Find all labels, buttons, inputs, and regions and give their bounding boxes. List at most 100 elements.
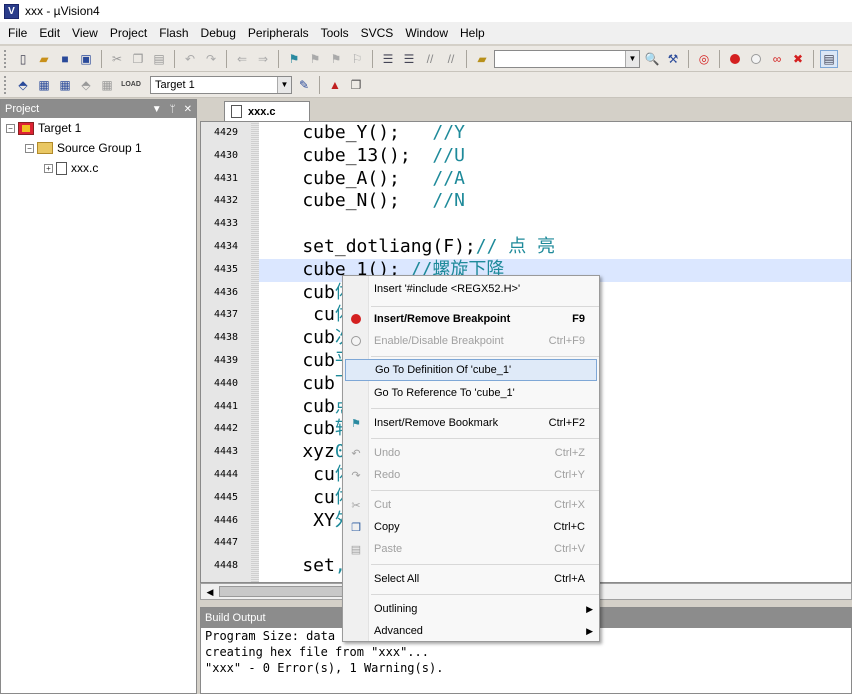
- target-label: Target 1: [38, 121, 82, 135]
- menu-copy[interactable]: ❐ Copy Ctrl+C: [345, 516, 597, 538]
- menu-peripherals[interactable]: Peripherals: [242, 22, 315, 44]
- pin-icon[interactable]: ᛘ: [170, 104, 176, 115]
- tree-item-file[interactable]: + xxx.c: [1, 158, 196, 178]
- menu-file[interactable]: File: [2, 22, 33, 44]
- redo-icon[interactable]: ↷: [202, 50, 220, 68]
- menu-insert-remove-breakpoint[interactable]: Insert/Remove Breakpoint F9: [345, 308, 597, 330]
- menu-project[interactable]: Project: [104, 22, 153, 44]
- bookmark-icon[interactable]: ⚑: [285, 50, 303, 68]
- menu-go-to-reference[interactable]: Go To Reference To 'cube_1': [345, 382, 597, 404]
- scroll-left-icon[interactable]: ◀: [203, 585, 217, 599]
- nav-back-icon[interactable]: ⇐: [233, 50, 251, 68]
- collapse-icon[interactable]: −: [6, 123, 15, 133]
- scrollbar-thumb[interactable]: [219, 586, 349, 597]
- kill-all-breakpoints-icon[interactable]: ✖: [789, 50, 807, 68]
- expand-icon[interactable]: +: [44, 163, 53, 173]
- copy-icon[interactable]: ❐: [129, 50, 147, 68]
- code-comment: //Y: [432, 122, 465, 143]
- incremental-find-icon[interactable]: ⚒: [664, 50, 682, 68]
- insert-breakpoint-icon[interactable]: [726, 50, 744, 68]
- menu-undo[interactable]: ↶ Undo Ctrl+Z: [345, 442, 597, 464]
- menu-edit[interactable]: Edit: [33, 22, 66, 44]
- menu-insert-include[interactable]: Insert '#include <REGX52.H>': [345, 278, 597, 300]
- cut-icon[interactable]: ✂: [108, 50, 126, 68]
- fold-margin: [251, 122, 259, 582]
- rebuild-icon[interactable]: ▦: [56, 76, 74, 94]
- unindent-icon[interactable]: ☰: [400, 50, 418, 68]
- select-packs-icon[interactable]: ❐: [347, 76, 365, 94]
- uncomment-icon[interactable]: //: [442, 50, 460, 68]
- menu-svcs[interactable]: SVCS: [355, 22, 400, 44]
- menu-paste[interactable]: ▤ Paste Ctrl+V: [345, 538, 597, 560]
- tab-xxx-c[interactable]: xxx.c: [224, 101, 310, 121]
- code-line[interactable]: cube_N(); //N: [259, 190, 851, 213]
- find-icon[interactable]: 🔍: [643, 50, 661, 68]
- target-select[interactable]: Target 1 ▼: [150, 75, 292, 94]
- download-icon[interactable]: LOAD: [119, 76, 143, 94]
- indent-icon[interactable]: ☰: [379, 50, 397, 68]
- tree-item-source-group[interactable]: − Source Group 1: [1, 138, 196, 158]
- new-file-icon[interactable]: ▯: [14, 50, 32, 68]
- menu-go-to-definition[interactable]: Go To Definition Of 'cube_1': [345, 359, 597, 381]
- menu-tools[interactable]: Tools: [315, 22, 355, 44]
- clear-bookmarks-icon[interactable]: ⚐: [348, 50, 366, 68]
- menu-help[interactable]: Help: [454, 22, 491, 44]
- find-combobox[interactable]: ▼: [494, 49, 640, 68]
- translate-icon[interactable]: ⬘: [14, 76, 32, 94]
- save-icon[interactable]: ■: [56, 50, 74, 68]
- stop-build-icon[interactable]: ▦: [98, 76, 116, 94]
- undo-icon[interactable]: ↶: [181, 50, 199, 68]
- prev-bookmark-icon[interactable]: ⚑: [306, 50, 324, 68]
- menu-enable-disable-breakpoint[interactable]: Enable/Disable Breakpoint Ctrl+F9: [345, 330, 597, 352]
- toolbar-grip[interactable]: [4, 49, 8, 68]
- chevron-down-icon[interactable]: ▼: [625, 50, 639, 67]
- collapse-icon[interactable]: −: [25, 143, 34, 153]
- menu-bar: File Edit View Project Flash Debug Perip…: [0, 22, 852, 44]
- code-line[interactable]: cube_13(); //U: [259, 145, 851, 168]
- copy-icon: ❐: [351, 521, 361, 534]
- code-text: cube_N();: [259, 190, 433, 212]
- next-bookmark-icon[interactable]: ⚑: [327, 50, 345, 68]
- nav-forward-icon[interactable]: ⇒: [254, 50, 272, 68]
- paste-icon[interactable]: ▤: [150, 50, 168, 68]
- build-output-line: "xxx" - 0 Error(s), 1 Warning(s).: [205, 661, 444, 675]
- enable-breakpoint-icon[interactable]: [747, 50, 765, 68]
- undo-icon: ↶: [351, 447, 361, 460]
- build-icon[interactable]: ▦: [35, 76, 53, 94]
- close-icon[interactable]: ✕: [184, 104, 192, 115]
- menu-select-all[interactable]: Select All Ctrl+A: [345, 568, 597, 590]
- target-options-icon[interactable]: ✎: [295, 76, 313, 94]
- tree-item-target[interactable]: − Target 1: [1, 118, 196, 138]
- line-number: 4431: [213, 172, 239, 184]
- disabled-breakpoint-icon: [349, 334, 363, 348]
- menu-flash[interactable]: Flash: [153, 22, 194, 44]
- menu-redo[interactable]: ↷ Redo Ctrl+Y: [345, 464, 597, 486]
- batch-build-icon[interactable]: ⬘: [77, 76, 95, 94]
- menu-advanced[interactable]: Advanced ▶: [345, 620, 597, 642]
- c-file-icon: [231, 105, 242, 118]
- save-all-icon[interactable]: ▣: [77, 50, 95, 68]
- find-in-files-icon[interactable]: ▰: [473, 50, 491, 68]
- code-line[interactable]: cube_A(); //A: [259, 168, 851, 191]
- menu-debug[interactable]: Debug: [195, 22, 242, 44]
- line-number: 4442: [213, 423, 239, 435]
- panel-menu-icon[interactable]: ▼: [152, 104, 162, 115]
- project-window-icon[interactable]: ▤: [820, 49, 838, 68]
- menu-cut[interactable]: ✂ Cut Ctrl+X: [345, 494, 597, 516]
- menu-insert-remove-bookmark[interactable]: ⚑ Insert/Remove Bookmark Ctrl+F2: [345, 412, 597, 434]
- open-file-icon[interactable]: ▰: [35, 50, 53, 68]
- code-line[interactable]: [259, 213, 851, 236]
- chevron-down-icon[interactable]: ▼: [277, 76, 291, 93]
- toolbar-grip[interactable]: [4, 75, 8, 94]
- menu-view[interactable]: View: [66, 22, 104, 44]
- code-line[interactable]: set_dotliang(F);// 点 亮: [259, 236, 851, 259]
- menu-outlining[interactable]: Outlining ▶: [345, 598, 597, 620]
- title-bar: V xxx - µVision4: [0, 0, 852, 22]
- disable-all-breakpoints-icon[interactable]: ∞: [768, 50, 786, 68]
- code-comment: //N: [432, 190, 465, 212]
- comment-icon[interactable]: //: [421, 50, 439, 68]
- manage-components-icon[interactable]: ▲: [326, 76, 344, 94]
- code-line[interactable]: cube_Y(); //Y: [259, 122, 851, 145]
- menu-window[interactable]: Window: [399, 22, 454, 44]
- debug-session-icon[interactable]: ◎: [695, 50, 713, 68]
